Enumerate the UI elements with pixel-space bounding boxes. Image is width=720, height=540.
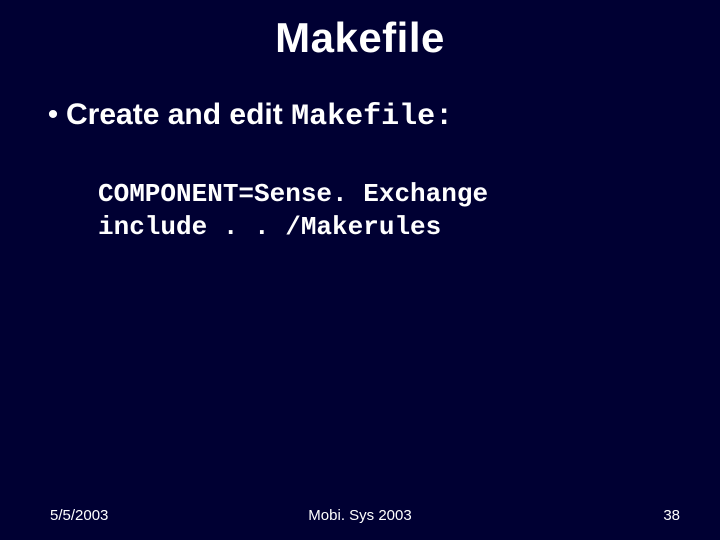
bullet-mono: Makefile: xyxy=(291,100,453,134)
slide-body: • Create and edit Makefile: COMPONENT=Se… xyxy=(0,62,720,243)
bullet-prefix: Create and edit xyxy=(66,98,291,131)
bullet-item: • Create and edit Makefile: xyxy=(40,98,680,134)
footer-date: 5/5/2003 xyxy=(50,507,108,524)
code-block: COMPONENT=Sense. Exchange include . . /M… xyxy=(98,178,680,243)
bullet-text: Create and edit Makefile: xyxy=(66,98,453,134)
slide: Makefile • Create and edit Makefile: COM… xyxy=(0,0,720,540)
code-line-2: include . . /Makerules xyxy=(98,212,441,242)
footer-venue: Mobi. Sys 2003 xyxy=(308,507,411,524)
footer-page-number: 38 xyxy=(663,507,680,524)
code-line-1: COMPONENT=Sense. Exchange xyxy=(98,179,488,209)
bullet-dot: • xyxy=(40,98,66,132)
footer: 5/5/2003 Mobi. Sys 2003 38 xyxy=(0,507,720,524)
slide-title: Makefile xyxy=(0,0,720,62)
